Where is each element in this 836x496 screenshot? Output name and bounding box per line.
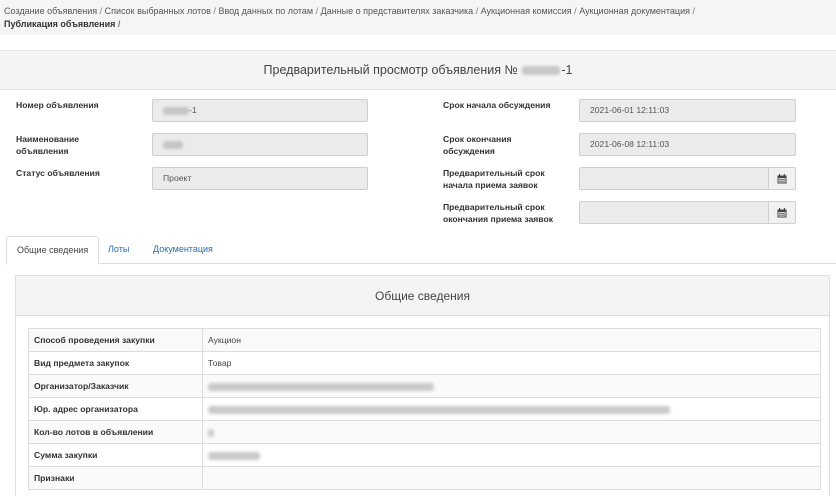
tabs: Общие сведения Лоты Документация <box>6 236 836 265</box>
redacted-value <box>163 106 189 115</box>
row-value <box>202 466 821 490</box>
table-row: Признаки <box>28 466 821 490</box>
row-key: Способ проведения закупки <box>28 328 203 352</box>
discuss-end-label: Срок окончания обсуждения <box>443 134 512 156</box>
redacted-value <box>208 382 434 391</box>
table-row: Организатор/Заказчик <box>28 374 821 398</box>
breadcrumb-label[interactable]: Данные о представителях заказчика <box>321 6 474 16</box>
redacted-value <box>163 140 183 149</box>
table-row: Сумма закупки <box>28 443 821 467</box>
status-field[interactable]: Проект <box>152 167 368 190</box>
general-panel: Общие сведения Способ проведения закупки… <box>15 275 830 496</box>
breadcrumb-label[interactable]: Список выбранных лотов <box>105 6 211 16</box>
table-row: Юр. адрес организатора <box>28 397 821 421</box>
row-value: Товар <box>202 351 821 375</box>
breadcrumb-item-documentation[interactable]: Аукционная документация / <box>579 6 695 16</box>
prelim-start-calendar-button[interactable] <box>768 167 796 190</box>
page-title: Предварительный просмотр объявления № -1 <box>0 50 836 90</box>
breadcrumb-separator: / <box>689 6 695 16</box>
general-table: Способ проведения закупки Аукцион Вид пр… <box>28 328 821 490</box>
tab-documentation[interactable]: Документация <box>143 236 223 264</box>
row-value <box>202 397 821 421</box>
breadcrumb-label[interactable]: Аукционная документация <box>579 6 690 16</box>
redacted-value <box>208 428 214 437</box>
breadcrumb-label[interactable]: Создание объявления <box>4 6 97 16</box>
discuss-start-field[interactable]: 2021-06-01 12:11:03 <box>579 99 796 122</box>
prelim-end-label: Предварительный срок окончания приема за… <box>443 202 553 224</box>
breadcrumb-item-publish: Публикация объявления / <box>4 19 120 29</box>
name-field[interactable] <box>152 133 368 156</box>
breadcrumb-item-representatives[interactable]: Данные о представителях заказчика / <box>321 6 481 16</box>
table-row: Способ проведения закупки Аукцион <box>28 328 821 352</box>
row-key: Организатор/Заказчик <box>28 374 203 398</box>
row-key: Кол-во лотов в объявлении <box>28 420 203 444</box>
row-value <box>202 420 821 444</box>
tab-lots[interactable]: Лоты <box>98 236 139 264</box>
prelim-end-field[interactable] <box>579 201 769 224</box>
calendar-icon <box>777 174 787 184</box>
breadcrumb-item-lots-list[interactable]: Список выбранных лотов / <box>105 6 219 16</box>
row-key: Юр. адрес организатора <box>28 397 203 421</box>
table-row: Вид предмета закупок Товар <box>28 351 821 375</box>
status-label: Статус объявления <box>16 168 100 178</box>
row-value: Аукцион <box>202 328 821 352</box>
number-label: Номер объявления <box>16 100 99 110</box>
breadcrumb-item-create[interactable]: Создание объявления / <box>4 6 105 16</box>
row-key: Сумма закупки <box>28 443 203 467</box>
page-title-prefix: Предварительный просмотр объявления № <box>263 63 518 77</box>
number-field[interactable]: -1 <box>152 99 368 122</box>
name-label: Наименование объявления <box>16 134 80 156</box>
row-value <box>202 443 821 467</box>
redacted-number <box>522 66 561 76</box>
row-value <box>202 374 821 398</box>
prelim-start-field[interactable] <box>579 167 769 190</box>
page-title-suffix: -1 <box>561 63 573 77</box>
breadcrumb-item-commission[interactable]: Аукционная комиссия / <box>481 6 580 16</box>
breadcrumb: Создание объявления / Список выбранных л… <box>0 0 836 35</box>
row-key: Признаки <box>28 466 203 490</box>
calendar-icon <box>777 208 787 218</box>
breadcrumb-separator: / <box>313 6 321 16</box>
discuss-end-field[interactable]: 2021-06-08 12:11:03 <box>579 133 796 156</box>
number-field-suffix: -1 <box>189 105 197 115</box>
table-row: Кол-во лотов в объявлении <box>28 420 821 444</box>
tab-general[interactable]: Общие сведения <box>6 236 100 265</box>
breadcrumb-separator: / <box>115 18 121 29</box>
row-key: Вид предмета закупок <box>28 351 203 375</box>
discuss-start-label: Срок начала обсуждения <box>443 100 551 110</box>
redacted-value <box>208 405 670 414</box>
breadcrumb-label: Публикация объявления <box>4 18 116 29</box>
breadcrumb-label[interactable]: Ввод данных по лотам <box>218 6 313 16</box>
breadcrumb-label[interactable]: Аукционная комиссия <box>481 6 572 16</box>
breadcrumb-separator: / <box>97 6 105 16</box>
redacted-value <box>208 451 260 460</box>
general-panel-title: Общие сведения <box>16 276 829 316</box>
breadcrumb-item-lot-data[interactable]: Ввод данных по лотам / <box>218 6 320 16</box>
prelim-end-calendar-button[interactable] <box>768 201 796 224</box>
prelim-start-label: Предварительный срок начала приема заяво… <box>443 168 545 190</box>
breadcrumb-separator: / <box>473 6 481 16</box>
